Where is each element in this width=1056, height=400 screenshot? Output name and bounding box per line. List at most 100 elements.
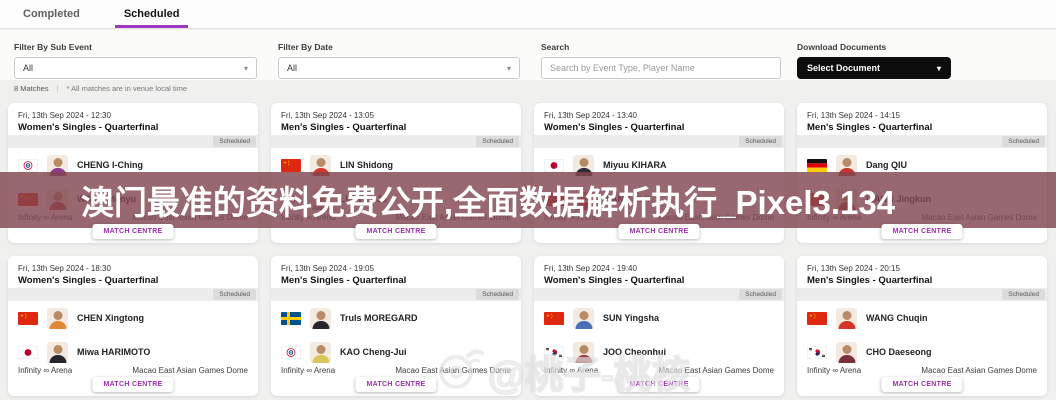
overlay-watermark-banner: 澳门最准的资料免费公开,全面数据解析执行_Pixel3.134 — [0, 172, 1056, 228]
player-name: Truls MOREGARD — [340, 313, 418, 323]
status-strip: Scheduled — [534, 288, 784, 301]
player-avatar — [836, 307, 857, 329]
flag-ger-icon — [807, 158, 827, 172]
player-name: KAO Cheng-Jui — [340, 347, 407, 357]
filter-sub-event-label: Filter By Sub Event — [14, 42, 92, 52]
status-strip: Scheduled — [8, 288, 258, 301]
flag-chn-icon — [544, 311, 564, 325]
status-strip: Scheduled — [271, 135, 521, 148]
match-date: Fri, 13th Sep 2024 - 19:05 — [281, 264, 374, 273]
chevron-down-icon: ▾ — [506, 63, 511, 73]
weibo-watermark: @桃子-桃核 — [432, 344, 691, 399]
player-row: Miwa HARIMOTO — [18, 337, 248, 367]
venues: Infinity ∞ Arena Macao East Asian Games … — [807, 366, 1037, 375]
match-centre-button[interactable]: MATCH CENTRE — [881, 224, 963, 239]
player-row: WANG Chuqin — [807, 303, 1037, 333]
scheduled-matches-page: Completed Scheduled Filter By Sub Event … — [0, 0, 1056, 400]
match-centre-button[interactable]: MATCH CENTRE — [92, 224, 174, 239]
search-input[interactable] — [541, 57, 781, 79]
divider: | — [56, 84, 59, 93]
player-avatar — [836, 341, 857, 363]
flag-tpe-icon — [18, 158, 38, 172]
player-avatar — [310, 341, 331, 363]
flag-kor-icon — [807, 345, 827, 359]
match-centre-button[interactable]: MATCH CENTRE — [92, 377, 174, 392]
venue-name: Infinity ∞ Arena — [807, 366, 862, 375]
filter-sub-event-select[interactable]: All ▾ — [14, 57, 257, 79]
matches-count: 8 Matches — [14, 84, 49, 93]
venue-name: Infinity ∞ Arena — [18, 366, 73, 375]
match-centre-button[interactable]: MATCH CENTRE — [618, 224, 700, 239]
status-strip: Scheduled — [271, 288, 521, 301]
player-row: CHEN Xingtong — [18, 303, 248, 333]
search-label: Search — [541, 42, 570, 52]
match-centre-button[interactable]: MATCH CENTRE — [881, 377, 963, 392]
weibo-logo-icon — [432, 346, 484, 397]
download-documents-select[interactable]: Select Document ▾ — [797, 57, 951, 79]
match-date: Fri, 13th Sep 2024 - 19:40 — [544, 264, 637, 273]
player-name: LIN Shidong — [340, 160, 393, 170]
match-date: Fri, 13th Sep 2024 - 13:40 — [544, 111, 637, 120]
filter-date-field: Filter By Date All ▾ — [278, 42, 520, 79]
venue-name: Infinity ∞ Arena — [281, 366, 336, 375]
flag-chn-icon — [281, 158, 301, 172]
matches-summary: 8 Matches | * All matches are in venue l… — [14, 84, 187, 93]
status-strip: Scheduled — [797, 135, 1047, 148]
player-name: Dang QIU — [866, 160, 908, 170]
status-badge: Scheduled — [1002, 289, 1045, 300]
match-centre-button[interactable]: MATCH CENTRE — [355, 224, 437, 239]
player-name: Miyuu KIHARA — [603, 160, 667, 170]
match-event: Men's Singles - Quarterfinal — [281, 122, 407, 133]
match-event: Women's Singles - Quarterfinal — [18, 275, 159, 286]
search-field: Search — [541, 42, 781, 79]
match-event: Women's Singles - Quarterfinal — [544, 122, 685, 133]
player-name: CHEN Xingtong — [77, 313, 144, 323]
tab-scheduled[interactable]: Scheduled — [115, 0, 189, 28]
flag-jpn-icon — [544, 158, 564, 172]
filter-date-select[interactable]: All ▾ — [278, 57, 520, 79]
status-badge: Scheduled — [739, 289, 782, 300]
player-avatar — [47, 307, 68, 329]
download-documents-label: Download Documents — [797, 42, 887, 52]
player-row: Truls MOREGARD — [281, 303, 511, 333]
status-badge: Scheduled — [739, 136, 782, 147]
players: CHEN Xingtong Miwa HARIMOTO — [18, 303, 248, 371]
local-time-note: * All matches are in venue local time — [66, 84, 188, 93]
status-badge: Scheduled — [213, 289, 256, 300]
match-event: Women's Singles - Quarterfinal — [18, 122, 159, 133]
match-date: Fri, 13th Sep 2024 - 12:30 — [18, 111, 111, 120]
venues: Infinity ∞ Arena Macao East Asian Games … — [18, 366, 248, 375]
chevron-down-icon: ▾ — [936, 63, 941, 73]
flag-tpe-icon — [281, 345, 301, 359]
flag-chn-icon — [18, 311, 38, 325]
flag-swe-icon — [281, 311, 301, 325]
match-event: Men's Singles - Quarterfinal — [281, 275, 407, 286]
status-strip: Scheduled — [797, 288, 1047, 301]
chevron-down-icon: ▾ — [243, 63, 248, 73]
match-date: Fri, 13th Sep 2024 - 14:15 — [807, 111, 900, 120]
match-date: Fri, 13th Sep 2024 - 13:05 — [281, 111, 374, 120]
player-name: WANG Chuqin — [866, 313, 928, 323]
filter-date-value: All — [287, 63, 298, 73]
flag-jpn-icon — [18, 345, 38, 359]
match-event: Men's Singles - Quarterfinal — [807, 122, 933, 133]
status-strip: Scheduled — [8, 135, 258, 148]
match-event: Women's Singles - Quarterfinal — [544, 275, 685, 286]
status-badge: Scheduled — [1002, 136, 1045, 147]
dome-name: Macao East Asian Games Dome — [921, 366, 1037, 375]
download-documents-field: Download Documents Select Document ▾ — [797, 42, 951, 79]
status-badge: Scheduled — [213, 136, 256, 147]
filter-sub-event-value: All — [23, 63, 34, 73]
tab-completed[interactable]: Completed — [14, 0, 89, 28]
match-card: Fri, 13th Sep 2024 - 20:15 Men's Singles… — [797, 256, 1047, 396]
player-avatar — [47, 341, 68, 363]
players: WANG Chuqin CHO Daeseong — [807, 303, 1037, 371]
player-row: CHO Daeseong — [807, 337, 1037, 367]
overlay-watermark-text: 澳门最准的资料免费公开,全面数据解析执行_Pixel3.134 — [80, 184, 896, 221]
match-card: Fri, 13th Sep 2024 - 18:30 Women's Singl… — [8, 256, 258, 396]
status-badge: Scheduled — [476, 289, 519, 300]
match-event: Men's Singles - Quarterfinal — [807, 275, 933, 286]
dome-name: Macao East Asian Games Dome — [132, 366, 248, 375]
status-badge: Scheduled — [476, 136, 519, 147]
match-centre-button[interactable]: MATCH CENTRE — [355, 377, 437, 392]
